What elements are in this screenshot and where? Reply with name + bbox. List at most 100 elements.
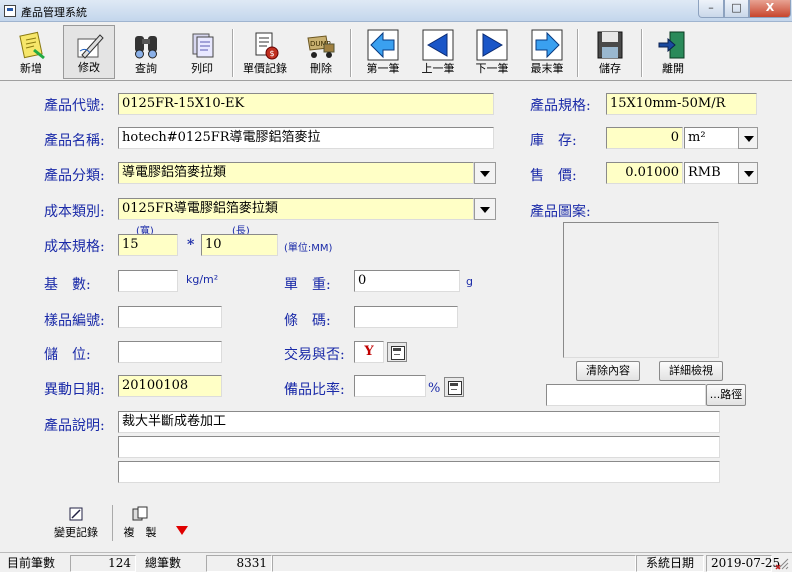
storage-label: 儲 位: [44,347,91,363]
product-spec-label: 產品規格: [530,98,591,114]
toolbar-separator [577,29,579,77]
change-date-field[interactable]: 20100108 [118,375,222,397]
copy-button[interactable]: 複 製 [118,504,162,542]
product-name-field[interactable]: hotech#0125FR導電膠鋁箔麥拉 [118,127,494,149]
change-date-label: 異動日期: [44,382,105,398]
price-log-button[interactable]: $ 單價記錄 [237,25,293,79]
barcode-field[interactable] [354,306,458,328]
window-title: 產品管理系統 [21,6,87,19]
percent-sign: % [428,381,441,396]
first-record-button[interactable]: 第一筆 [357,25,409,79]
image-path-field[interactable] [546,384,706,406]
stock-field[interactable]: 0 [606,127,683,149]
product-name-label: 產品名稱: [44,133,105,149]
base-field[interactable] [118,270,178,292]
maximize-button[interactable]: □ [724,0,749,18]
cost-type-select[interactable]: 0125FR導電膠鋁箔麥拉類 [118,198,474,220]
width-field[interactable]: 15 [118,234,178,256]
browse-path-button[interactable]: ...路徑 [706,384,746,406]
description-label: 產品說明: [44,418,105,434]
cost-spec-label: 成本規格: [44,239,105,255]
bottom-separator [112,505,113,541]
unit-weight-label: 單 重: [284,277,331,293]
last-record-button[interactable]: 最末筆 [521,25,573,79]
add-button[interactable]: 新增 [5,25,57,79]
tradeable-picker-icon[interactable] [387,342,407,362]
product-image-label: 產品圖案: [530,204,591,220]
app-icon [4,5,16,17]
toolbar-separator [232,29,234,77]
product-image-box [563,222,719,358]
dump-truck-icon: DUMP [307,35,335,58]
title-bar: 產品管理系統 – □ X [0,0,792,22]
spare-rate-field[interactable] [354,375,426,397]
tradeable-label: 交易與否: [284,347,345,363]
description-line-2[interactable] [118,436,720,458]
toolbar-separator [641,29,643,77]
save-button[interactable]: 儲存 [584,25,636,79]
category-dropdown-button[interactable] [474,162,496,184]
copy-icon [132,506,148,521]
base-unit: kg/m² [186,273,219,286]
description-line-1[interactable]: 裁大半斷成卷加工 [118,411,720,433]
delete-button[interactable]: DUMP 刪除 [296,25,346,79]
status-bar: 目前筆數 124 總筆數 8331 系統日期 2019-07-25 [0,552,792,572]
cost-type-dropdown-button[interactable] [474,198,496,220]
status-message [272,555,636,572]
price-label: 售 價: [530,168,577,184]
barcode-label: 條 碼: [284,313,331,329]
change-log-button[interactable]: 變更記錄 [50,504,102,542]
close-button[interactable]: X [749,0,791,18]
minimize-button[interactable]: – [698,0,724,18]
clear-image-button[interactable]: 清除內容 [576,361,640,381]
floppy-disk-icon [597,31,623,59]
current-count-label: 目前筆數 [7,556,56,570]
currency-dropdown-button[interactable] [738,162,758,184]
unit-weight-unit: g [466,275,473,288]
category-label: 產品分類: [44,168,105,184]
stock-unit-dropdown-button[interactable] [738,127,758,149]
detail-view-button[interactable]: 詳細檢視 [659,361,723,381]
description-line-3[interactable] [118,461,720,483]
cost-type-label: 成本類別: [44,204,105,220]
price-field[interactable]: 0.01000 [606,162,683,184]
arrow-left-icon [367,29,399,61]
current-count-value: 124 [70,555,136,572]
product-code-field[interactable]: 0125FR-15X10-EK [118,93,494,115]
price-record-icon: $ [255,32,279,60]
base-label: 基 數: [44,277,91,293]
resize-grip-icon[interactable] [774,555,790,572]
currency-select[interactable]: RMB [684,162,739,184]
spare-rate-picker-icon[interactable] [444,377,464,397]
tradeable-field[interactable]: Y [354,341,384,363]
edit-pen-icon [77,34,104,59]
print-button[interactable]: 列印 [176,25,228,79]
edit-button[interactable]: 修改 [63,25,115,79]
category-select[interactable]: 導電膠鋁箔麥拉類 [118,162,474,184]
system-date-value: 2019-07-25 [706,555,780,572]
toolbar-separator [350,29,352,77]
times-sign: * [187,237,195,253]
exit-button[interactable]: 離開 [647,25,699,79]
query-button[interactable]: 查詢 [120,25,172,79]
stock-unit-select[interactable]: m² [684,127,739,149]
length-field[interactable]: 10 [201,234,278,256]
svg-text:$: $ [270,49,275,58]
new-note-icon [19,31,45,60]
binoculars-icon [135,36,157,59]
sample-no-field[interactable] [118,306,222,328]
triangle-right-icon [476,29,508,61]
product-code-label: 產品代號: [44,98,105,114]
expand-arrow-icon[interactable] [176,526,188,535]
exit-door-icon [658,31,685,59]
unit-weight-field[interactable]: 0 [354,270,460,292]
product-spec-field[interactable]: 15X10mm-50M/R [606,93,757,115]
next-record-button[interactable]: 下一筆 [466,25,518,79]
total-count-label: 總筆數 [145,556,182,570]
storage-field[interactable] [118,341,222,363]
change-log-icon [69,507,83,521]
spare-rate-label: 備品比率: [284,382,345,398]
stock-label: 庫 存: [530,133,577,149]
arrow-right-icon [531,29,563,61]
prev-record-button[interactable]: 上一筆 [412,25,464,79]
